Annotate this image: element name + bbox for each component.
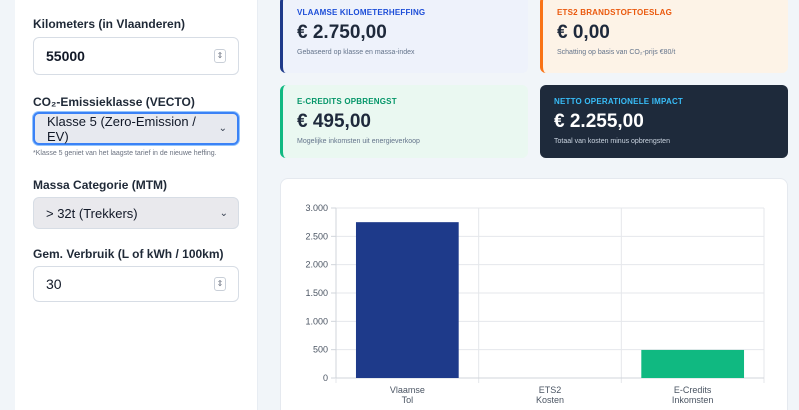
usage-input[interactable]: 30 ⇕	[33, 266, 239, 302]
net-value: € 2.255,00	[554, 111, 644, 132]
usage-spinner-icon[interactable]: ⇕	[214, 277, 226, 291]
ets2-sub: Schatting op basis van CO₂-prijs €80/t	[557, 49, 676, 56]
ecredits-title: E-CREDITS OPBRENGST	[297, 97, 397, 106]
emission-selected: Klasse 5 (Zero-Emission / EV)	[47, 113, 196, 144]
x-tick-label: Vlaamse	[390, 385, 425, 395]
ecredits-card: E-CREDITS OPBRENGST € 495,00 Mogelijke i…	[280, 85, 528, 158]
chevron-down-icon: ⌄	[218, 123, 227, 134]
x-tick-label: Inkomsten	[672, 395, 714, 405]
mass-label: Massa Categorie (MTM)	[33, 178, 168, 192]
input-sidebar: Kilometers (in Vlaanderen) 55000 ⇕ CO₂-E…	[15, 0, 258, 410]
ets2-value: € 0,00	[557, 22, 610, 43]
mass-selected: > 32t (Trekkers)	[46, 205, 138, 221]
emission-label: CO₂-Emissieklasse (VECTO)	[33, 95, 195, 109]
x-tick-label: E-Credits	[674, 385, 712, 395]
ets2-title: ETS2 BRANDSTOFTOESLAG	[557, 8, 673, 17]
toll-card: VLAAMSE KILOMETERHEFFING € 2.750,00 Geba…	[280, 0, 528, 73]
chevron-down-icon: ⌄	[219, 207, 228, 219]
emission-hint: *Klasse 5 geniet van het laagste tarief …	[33, 150, 217, 157]
y-tick-label: 0	[323, 373, 328, 383]
y-tick-label: 2.000	[305, 260, 328, 270]
x-tick-label: Kosten	[536, 395, 564, 405]
usage-label: Gem. Verbruik (L of kWh / 100km)	[33, 247, 224, 261]
ecredits-sub: Mogelijke inkomsten uit energieverkoop	[297, 138, 420, 145]
y-tick-label: 2.500	[305, 231, 328, 241]
toll-title: VLAAMSE KILOMETERHEFFING	[297, 8, 426, 17]
usage-value: 30	[46, 276, 62, 292]
ecredits-value: € 495,00	[297, 111, 371, 132]
emission-select[interactable]: Klasse 5 (Zero-Emission / EV) ⌄	[33, 112, 239, 145]
bar-3	[641, 349, 745, 378]
x-tick-label: ETS2	[539, 385, 562, 395]
km-value: 55000	[46, 48, 85, 64]
y-tick-label: 3.000	[305, 203, 328, 213]
km-label: Kilometers (in Vlaanderen)	[33, 17, 186, 31]
net-sub: Totaal van kosten minus opbrengsten	[554, 138, 670, 145]
net-title: NETTO OPERATIONELE IMPACT	[554, 97, 684, 106]
toll-value: € 2.750,00	[297, 22, 387, 43]
chart-panel: 0 500 1.000 1.500 2.000 2.500 3.000 Vlaamse Tol E…	[280, 178, 788, 410]
toll-sub: Gebaseerd op klasse en massa-index	[297, 49, 415, 56]
y-tick-label: 500	[313, 345, 328, 355]
y-tick-label: 1.500	[305, 288, 328, 298]
net-card: NETTO OPERATIONELE IMPACT € 2.255,00 Tot…	[540, 85, 788, 158]
cost-bar-chart: 0 500 1.000 1.500 2.000 2.500 3.000 VlaamseTol E…	[305, 203, 765, 405]
mass-select[interactable]: > 32t (Trekkers) ⌄	[33, 197, 239, 229]
ets2-card: ETS2 BRANDSTOFTOESLAG € 0,00 Schatting o…	[540, 0, 788, 73]
x-tick-label: Tol	[402, 395, 414, 405]
bar-1	[355, 222, 459, 378]
km-spinner-icon[interactable]: ⇕	[214, 49, 226, 63]
km-input[interactable]: 55000 ⇕	[33, 37, 239, 75]
y-tick-label: 1.000	[305, 316, 328, 326]
